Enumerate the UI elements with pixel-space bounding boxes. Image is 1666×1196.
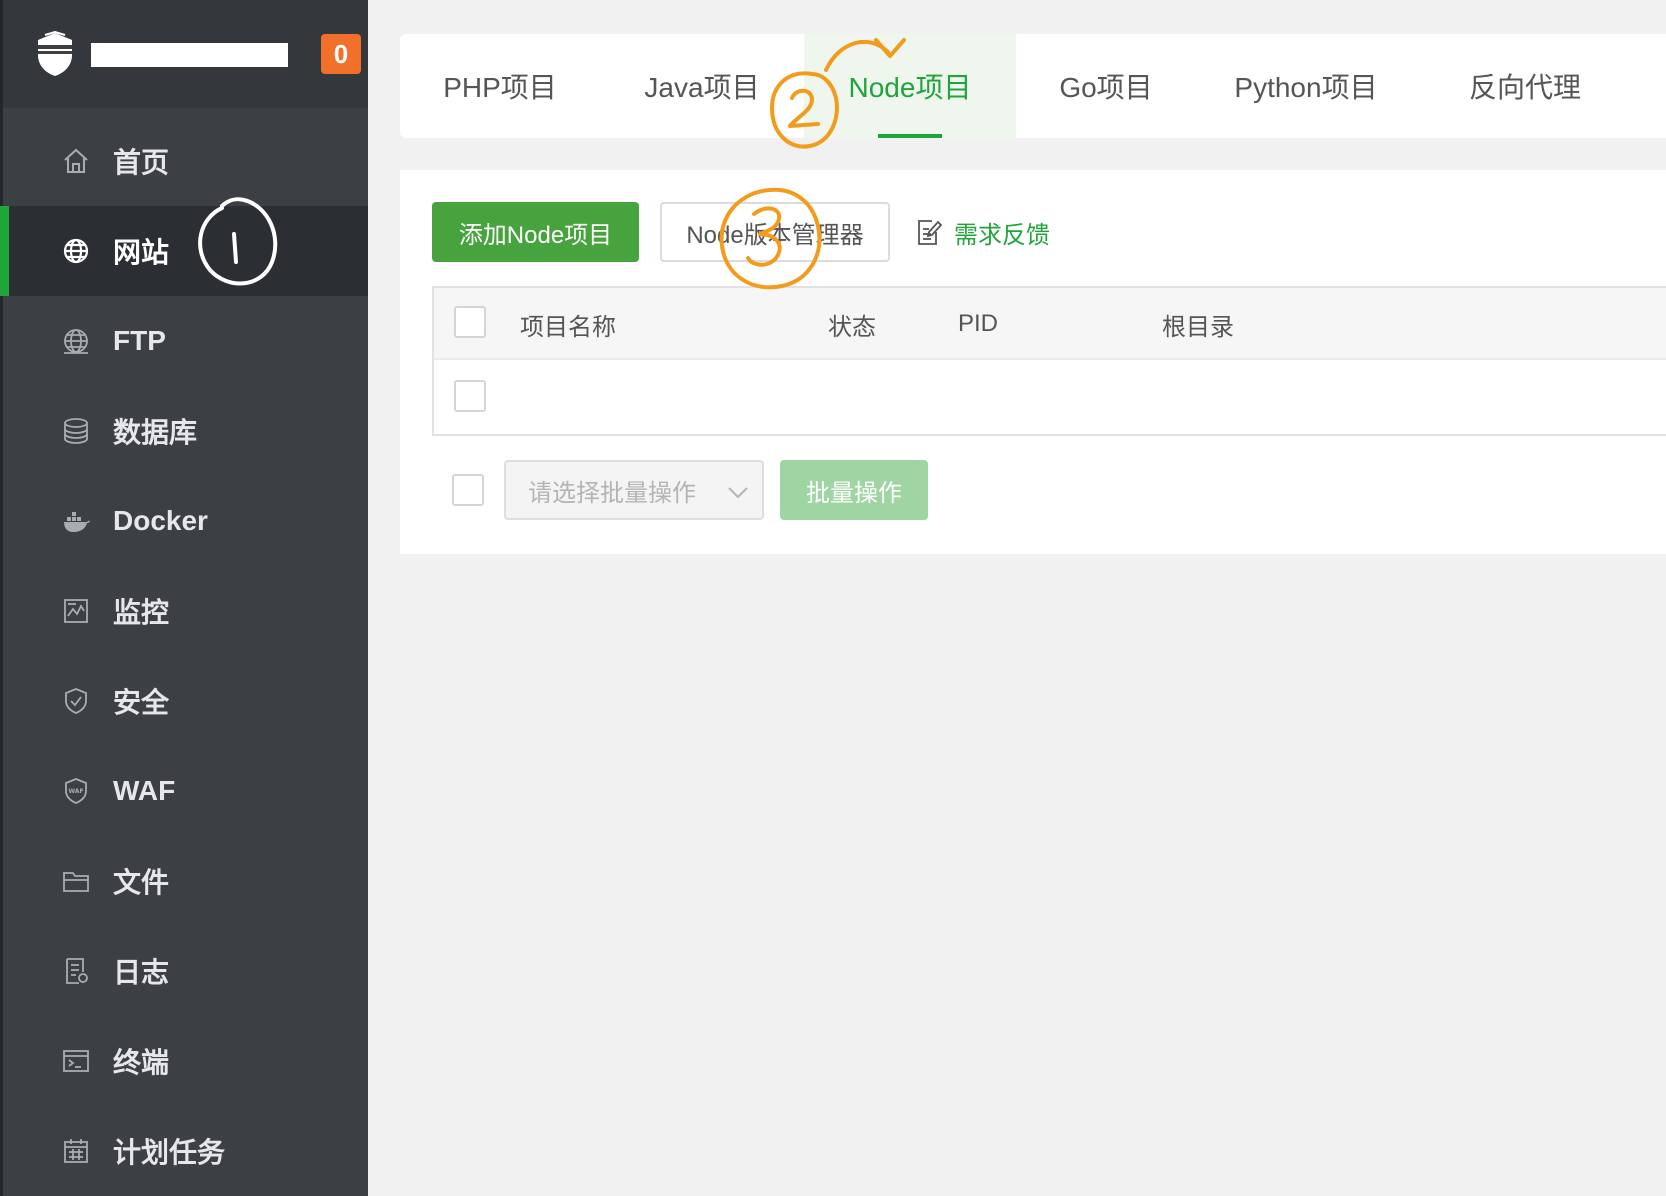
tab-node[interactable]: Node项目	[804, 34, 1016, 138]
column-header-root-dir[interactable]: 根目录	[1162, 288, 1234, 360]
sidebar-item-label: 监控	[113, 597, 170, 628]
sidebar-nav: 首页 网站 FTP 数据库 Docker 监控 安全 WAF WAF 文件 日志…	[0, 116, 368, 1196]
notification-badge[interactable]: 0	[321, 34, 361, 74]
feedback-label: 需求反馈	[954, 221, 1050, 249]
brand-header: 0	[3, 0, 368, 108]
add-node-project-button[interactable]: 添加Node项目	[432, 202, 639, 262]
sidebar-item-ftp[interactable]: FTP	[3, 296, 368, 386]
node-project-panel: 添加Node项目 Node版本管理器 需求反馈 项目名称 状态 PID 根目录 …	[400, 170, 1666, 554]
monitor-icon	[61, 596, 91, 626]
table-row	[434, 360, 1666, 434]
sidebar-item-label: FTP	[113, 325, 166, 356]
log-icon	[61, 956, 91, 986]
sidebar: 0 首页 网站 FTP 数据库 Docker 监控 安全 WAF WAF 文件 …	[0, 0, 368, 1196]
row-checkbox[interactable]	[454, 380, 486, 412]
sidebar-item-label: 安全	[113, 687, 170, 718]
sidebar-item-waf[interactable]: WAF WAF	[3, 746, 368, 836]
database-icon	[61, 416, 91, 446]
batch-operation-select[interactable]: 请选择批量操作	[504, 460, 764, 520]
sidebar-item-logs[interactable]: 日志	[3, 926, 368, 1016]
batch-operations-bar: 请选择批量操作 批量操作	[432, 460, 1132, 520]
calendar-icon	[61, 1136, 91, 1166]
column-header-project-name[interactable]: 项目名称	[520, 288, 616, 360]
sidebar-item-terminal[interactable]: 终端	[3, 1016, 368, 1106]
terminal-icon	[61, 1046, 91, 1076]
sidebar-item-label: Docker	[113, 505, 208, 536]
sidebar-item-cron[interactable]: 计划任务	[3, 1106, 368, 1196]
sidebar-item-label: 网站	[113, 237, 170, 268]
shield-logo-icon[interactable]	[35, 31, 75, 77]
table-header: 项目名称 状态 PID 根目录	[434, 288, 1666, 360]
sidebar-item-docker[interactable]: Docker	[3, 476, 368, 566]
sidebar-item-label: 数据库	[113, 417, 198, 448]
sidebar-item-label: 日志	[113, 957, 170, 988]
batch-operation-button[interactable]: 批量操作	[780, 460, 928, 520]
sidebar-item-database[interactable]: 数据库	[3, 386, 368, 476]
docker-icon	[61, 506, 91, 536]
node-version-manager-button[interactable]: Node版本管理器	[660, 202, 890, 262]
tab-java[interactable]: Java项目	[600, 34, 804, 138]
waf-shield-icon: WAF	[61, 776, 91, 806]
tab-reverse-proxy[interactable]: 反向代理	[1416, 34, 1634, 138]
edit-note-icon	[918, 220, 942, 245]
sidebar-item-home[interactable]: 首页	[3, 116, 368, 206]
shield-check-icon	[61, 686, 91, 716]
sidebar-item-label: 终端	[113, 1047, 170, 1078]
project-tabs: PHP项目 Java项目 Node项目 Go项目 Python项目 反向代理	[400, 34, 1666, 138]
column-header-status[interactable]: 状态	[828, 288, 876, 360]
sidebar-item-label: 首页	[113, 147, 170, 178]
folder-icon	[61, 866, 91, 896]
sidebar-item-label: 文件	[113, 867, 170, 898]
batch-select-checkbox[interactable]	[452, 474, 484, 506]
sidebar-item-monitor[interactable]: 监控	[3, 566, 368, 656]
home-icon	[61, 146, 91, 176]
chevron-down-icon	[728, 487, 748, 499]
sidebar-item-security[interactable]: 安全	[3, 656, 368, 746]
select-all-checkbox[interactable]	[454, 306, 486, 338]
sidebar-item-label: WAF	[113, 775, 176, 806]
brand-name-redacted	[91, 43, 288, 67]
project-table: 项目名称 状态 PID 根目录	[432, 286, 1666, 436]
sidebar-item-files[interactable]: 文件	[3, 836, 368, 926]
tab-python[interactable]: Python项目	[1196, 34, 1416, 138]
sidebar-item-website[interactable]: 网站	[0, 206, 368, 296]
select-placeholder: 请选择批量操作	[528, 479, 696, 507]
tab-php[interactable]: PHP项目	[400, 34, 600, 138]
svg-text:WAF: WAF	[68, 788, 83, 795]
globe-icon	[61, 236, 91, 266]
column-header-pid[interactable]: PID	[958, 288, 998, 360]
feedback-link[interactable]: 需求反馈	[916, 202, 1050, 262]
tab-go[interactable]: Go项目	[1016, 34, 1196, 138]
ftp-globe-icon	[61, 326, 91, 356]
sidebar-item-label: 计划任务	[113, 1137, 226, 1168]
